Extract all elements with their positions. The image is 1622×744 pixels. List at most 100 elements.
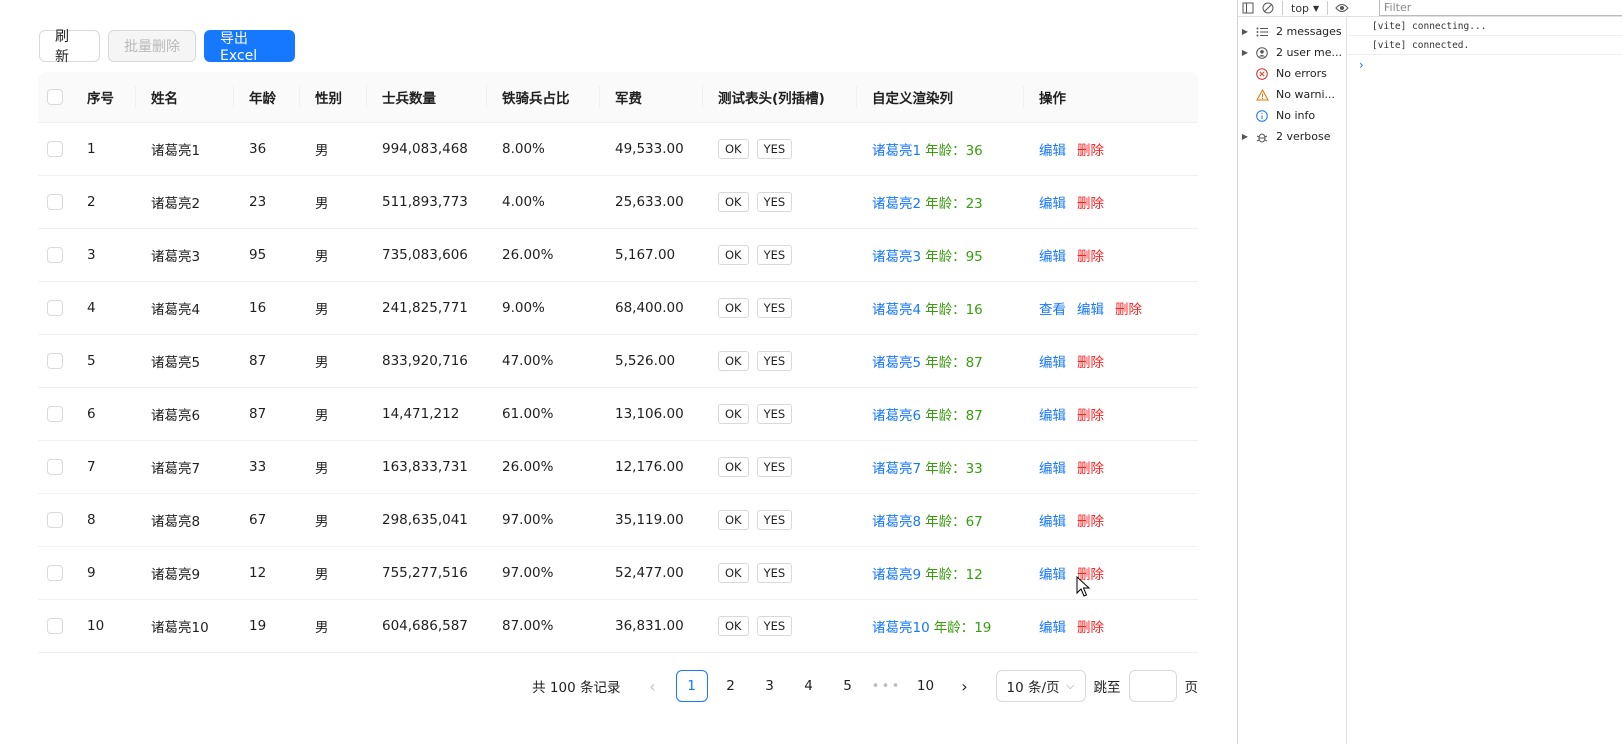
sidebar-filter-item[interactable]: No warni... [1238, 84, 1346, 105]
yes-button[interactable]: YES [756, 563, 793, 583]
row-checkbox[interactable] [47, 353, 63, 369]
custom-age-label: 年龄： [925, 249, 966, 265]
clear-console-icon[interactable] [1258, 0, 1278, 16]
yes-button[interactable]: YES [756, 245, 793, 265]
yes-button[interactable]: YES [756, 139, 793, 159]
page-ellipsis[interactable]: ••• [871, 670, 903, 702]
sidebar-filter-item[interactable]: ▶ 2 verbose [1238, 126, 1346, 147]
delete-link[interactable]: 删除 [1077, 457, 1104, 477]
page-1[interactable]: 1 [675, 670, 708, 702]
edit-link[interactable]: 编辑 [1039, 563, 1066, 583]
custom-age-value: 87 [965, 355, 983, 371]
row-checkbox[interactable] [47, 459, 63, 475]
table-row: 4 诸葛亮4 16 男 241,825,771 9.00% 68,400.00 OK YES 诸葛… [38, 282, 1198, 335]
ok-button[interactable]: OK [718, 139, 749, 159]
row-checkbox[interactable] [47, 141, 63, 157]
row-select [38, 335, 78, 387]
console-filter-input[interactable]: Filter [1379, 0, 1622, 16]
row-select [38, 388, 78, 440]
row-checkbox[interactable] [47, 300, 63, 316]
edit-link[interactable]: 编辑 [1077, 298, 1104, 318]
edit-link[interactable]: 编辑 [1039, 245, 1066, 265]
yes-button[interactable]: YES [756, 351, 793, 371]
ok-button[interactable]: OK [718, 404, 749, 424]
page-size-select[interactable]: 10 条/页 ⌵ [995, 670, 1086, 702]
table-row: 8 诸葛亮8 67 男 298,635,041 97.00% 35,119.00 OK YES 诸… [38, 494, 1198, 547]
delete-link[interactable]: 删除 [1077, 351, 1104, 371]
delete-link[interactable]: 删除 [1115, 298, 1142, 318]
list-icon [1252, 27, 1272, 37]
cell-actions: 编辑 删除 [1023, 123, 1198, 175]
delete-link[interactable]: 删除 [1077, 139, 1104, 159]
edit-link[interactable]: 编辑 [1039, 457, 1066, 477]
custom-age: 年龄：36 [925, 139, 983, 159]
ok-button[interactable]: OK [718, 298, 749, 318]
yes-button[interactable]: YES [756, 457, 793, 477]
console-prompt-icon[interactable]: › [1347, 55, 1622, 75]
sidebar-filter-item[interactable]: No errors [1238, 63, 1346, 84]
cell-sex: 男 [315, 249, 329, 265]
sidebar-filter-item[interactable]: ▶ 2 user me... [1238, 42, 1346, 63]
delete-link[interactable]: 删除 [1077, 404, 1104, 424]
row-checkbox[interactable] [47, 565, 63, 581]
page-last[interactable]: 10 [910, 670, 942, 702]
custom-age: 年龄：19 [934, 616, 992, 636]
ok-button[interactable]: OK [718, 616, 749, 636]
batch-delete-button[interactable]: 批量删除 [108, 30, 196, 62]
ok-button[interactable]: OK [718, 563, 749, 583]
yes-button[interactable]: YES [756, 404, 793, 424]
header-name: 姓名 [135, 72, 233, 122]
edit-link[interactable]: 编辑 [1039, 510, 1066, 530]
row-checkbox[interactable] [47, 512, 63, 528]
page-4[interactable]: 4 [793, 670, 825, 702]
page-3[interactable]: 3 [754, 670, 786, 702]
jump-page-input[interactable] [1128, 670, 1177, 702]
custom-name: 诸葛亮2 [872, 196, 922, 212]
yes-button[interactable]: YES [756, 616, 793, 636]
row-checkbox[interactable] [47, 247, 63, 263]
eye-icon[interactable] [1332, 0, 1352, 16]
page-2[interactable]: 2 [715, 670, 747, 702]
ok-button[interactable]: OK [718, 245, 749, 265]
ok-button[interactable]: OK [718, 351, 749, 371]
page-suffix: 页 [1184, 680, 1199, 696]
export-excel-button[interactable]: 导出Excel [204, 30, 295, 64]
edit-link[interactable]: 编辑 [1039, 616, 1066, 636]
ok-button[interactable]: OK [718, 457, 749, 477]
next-page-button[interactable]: › [949, 670, 981, 702]
delete-link[interactable]: 删除 [1077, 192, 1104, 212]
edit-link[interactable]: 编辑 [1039, 139, 1066, 159]
sidebar-toggle-icon[interactable] [1238, 0, 1258, 16]
delete-link[interactable]: 删除 [1077, 510, 1104, 530]
select-all-checkbox[interactable] [47, 89, 63, 105]
page-5[interactable]: 5 [832, 670, 864, 702]
delete-link[interactable]: 删除 [1077, 616, 1104, 636]
cell-custom-render: 诸葛亮8 年龄：67 [856, 494, 1023, 546]
delete-link[interactable]: 删除 [1077, 245, 1104, 265]
yes-button[interactable]: YES [756, 510, 793, 530]
prev-page-button[interactable]: ‹ [637, 670, 669, 702]
row-checkbox[interactable] [47, 618, 63, 634]
sidebar-filter-item[interactable]: No info [1238, 105, 1346, 126]
refresh-button[interactable]: 刷 新 [39, 29, 100, 65]
table-row: 5 诸葛亮5 87 男 833,920,716 47.00% 5,526.00 OK YES 诸葛… [38, 335, 1198, 388]
cell-actions: 查看 编辑 删除 [1023, 282, 1198, 334]
ok-button[interactable]: OK [718, 510, 749, 530]
edit-link[interactable]: 编辑 [1039, 404, 1066, 424]
custom-age-label: 年龄： [925, 302, 966, 318]
edit-link[interactable]: 编辑 [1039, 192, 1066, 212]
yes-button[interactable]: YES [756, 298, 793, 318]
ok-button[interactable]: OK [718, 192, 749, 212]
context-selector[interactable]: top ▼ [1287, 2, 1323, 15]
edit-link[interactable]: 编辑 [1039, 351, 1066, 371]
cell-cavalry-ratio: 87.00% [502, 618, 554, 634]
toolbar-divider [1282, 1, 1283, 15]
row-checkbox[interactable] [47, 194, 63, 210]
sidebar-filter-item[interactable]: ▶ 2 messages [1238, 21, 1346, 42]
yes-button[interactable]: YES [756, 192, 793, 212]
row-checkbox[interactable] [47, 406, 63, 422]
chevron-right-icon: › [961, 676, 968, 696]
view-link[interactable]: 查看 [1039, 298, 1066, 318]
cell-sex: 男 [315, 143, 329, 159]
custom-age: 年龄：67 [925, 510, 983, 530]
